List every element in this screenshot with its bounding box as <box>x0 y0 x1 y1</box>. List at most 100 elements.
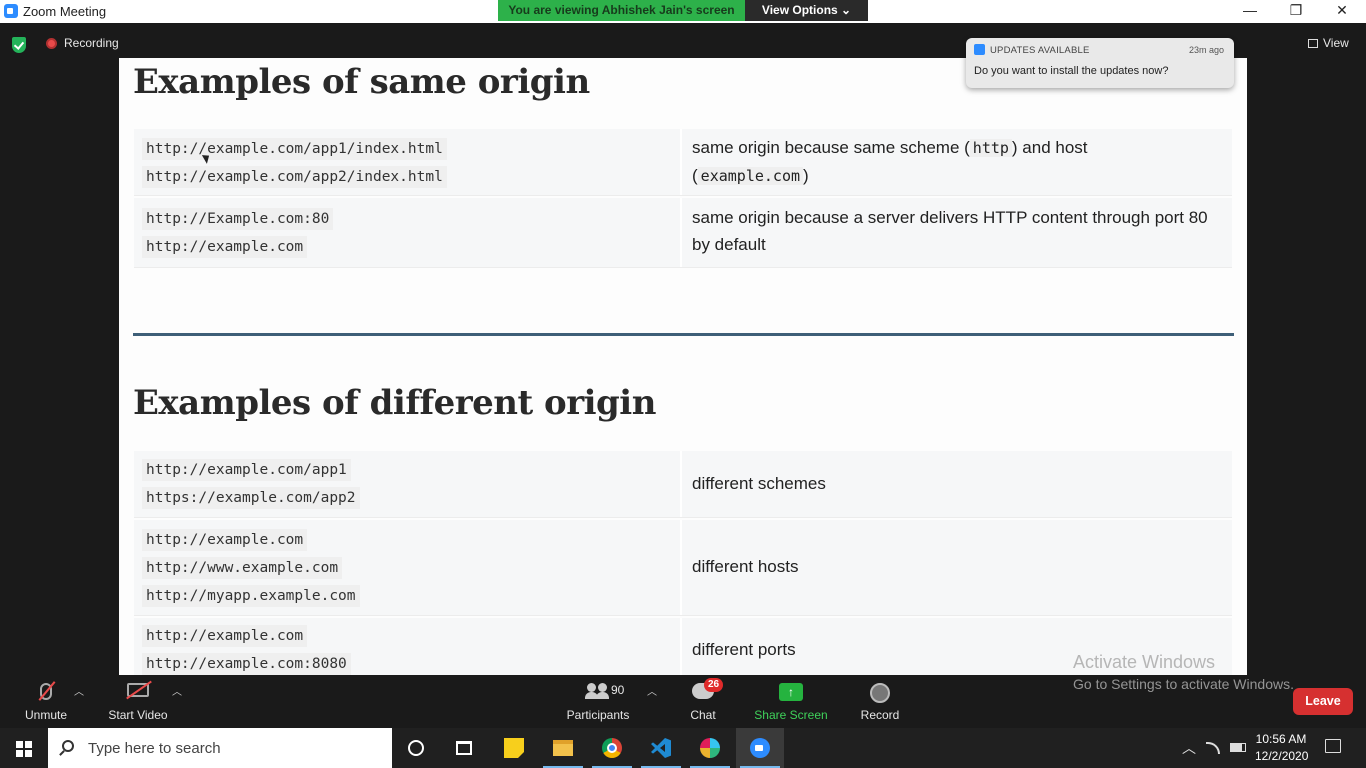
search-placeholder: Type here to search <box>88 740 221 757</box>
network-icon[interactable] <box>1206 742 1220 754</box>
description-text: different hosts <box>692 557 799 576</box>
video-off-icon <box>126 680 152 700</box>
record-button[interactable]: Record <box>855 675 905 728</box>
participants-button[interactable]: 90 Participants <box>563 675 633 728</box>
window-title: Zoom Meeting <box>23 4 107 19</box>
url-text: http://www.example.com <box>142 557 343 579</box>
url-cell: http://example.com http://www.example.co… <box>134 520 682 615</box>
windows-logo-icon <box>16 741 32 757</box>
table-row: http://example.com http://www.example.co… <box>134 520 1232 616</box>
video-options-chevron-icon[interactable]: ︿ <box>172 683 182 698</box>
url-text: http://example.com/app1 <box>142 459 351 481</box>
participants-options-chevron-icon[interactable]: ︿ <box>647 683 657 698</box>
description-cell: different hosts <box>684 520 1232 615</box>
view-options-button[interactable]: View Options ⌄ <box>745 0 868 21</box>
share-screen-label: Share Screen <box>754 708 828 722</box>
shared-screen-slide: Examples of same origin http://example.c… <box>119 58 1247 675</box>
description-cell: same origin because a server delivers HT… <box>684 198 1232 267</box>
zoom-app-icon <box>4 4 18 18</box>
description-text: same origin because same scheme (http) a… <box>692 138 1088 185</box>
url-text: http://example.com <box>142 529 308 551</box>
url-cell: http://example.com http://example.com:80… <box>134 618 682 675</box>
description-text: same origin because a server delivers HT… <box>692 208 1208 254</box>
url-cell: http://Example.com:80 http://example.com <box>134 198 682 267</box>
url-text: http://Example.com:80 <box>142 208 334 230</box>
leave-button[interactable]: Leave <box>1293 688 1353 715</box>
description-cell: same origin because same scheme (http) a… <box>684 129 1232 195</box>
slack-icon <box>700 738 720 758</box>
security-shield-icon[interactable] <box>12 37 26 53</box>
same-origin-heading: Examples of same origin <box>133 62 590 102</box>
chat-label: Chat <box>690 708 716 722</box>
url-text: http://example.com/app1/index.html <box>142 138 447 160</box>
taskbar-clock[interactable]: 10:56 AM 12/2/2020 <box>1255 731 1309 765</box>
cortana-button[interactable] <box>392 728 440 768</box>
record-label: Record <box>860 708 900 722</box>
clock-time: 10:56 AM <box>1255 732 1307 746</box>
taskbar-zoom[interactable] <box>736 728 784 768</box>
close-button[interactable]: ✕ <box>1319 0 1365 23</box>
different-origin-heading: Examples of different origin <box>133 383 656 423</box>
audio-options-chevron-icon[interactable]: ︿ <box>74 683 84 698</box>
start-video-label: Start Video <box>108 708 168 722</box>
file-explorer-icon <box>553 740 573 756</box>
update-notification[interactable]: UPDATES AVAILABLE 23m ago Do you want to… <box>966 38 1234 88</box>
view-button[interactable]: View <box>1308 36 1349 50</box>
view-label: View <box>1323 36 1349 50</box>
unmute-button[interactable]: Unmute <box>14 675 78 728</box>
notification-time: 23m ago <box>1188 45 1224 55</box>
notification-title: UPDATES AVAILABLE <box>990 45 1090 56</box>
recording-icon <box>46 38 57 49</box>
recording-label: Recording <box>64 36 119 50</box>
taskbar-vscode[interactable] <box>637 728 685 768</box>
viewing-screen-banner: You are viewing Abhishek Jain's screen <box>498 0 745 21</box>
url-text: http://example.com <box>142 625 308 647</box>
record-icon <box>870 683 890 703</box>
participants-label: Participants <box>566 708 630 722</box>
clock-date: 12/2/2020 <box>1255 749 1309 763</box>
show-hidden-icons-chevron-icon[interactable]: ︿ <box>1182 738 1196 758</box>
taskbar-slack[interactable] <box>686 728 734 768</box>
app-store-icon <box>974 44 985 55</box>
restore-button[interactable]: ❐ <box>1273 0 1319 23</box>
share-screen-icon: ↑ <box>779 683 803 701</box>
url-text: http://example.com/app2/index.html <box>142 166 447 188</box>
microphone-muted-icon <box>38 681 56 701</box>
participants-count: 90 <box>611 683 625 697</box>
task-view-icon <box>456 741 472 755</box>
action-center-icon[interactable] <box>1325 739 1341 753</box>
url-text: http://myapp.example.com <box>142 585 360 607</box>
table-row: http://Example.com:80 http://example.com… <box>134 198 1232 268</box>
url-cell: http://example.com/app1/index.html http:… <box>134 129 682 195</box>
chat-unread-badge: 26 <box>704 678 724 692</box>
taskbar-sticky-notes[interactable] <box>490 728 538 768</box>
url-cell: http://example.com/app1 https://example.… <box>134 451 682 517</box>
url-text: http://example.com:8080 <box>142 653 351 675</box>
share-screen-button[interactable]: ↑ Share Screen <box>752 675 830 728</box>
start-button[interactable] <box>0 728 48 768</box>
minimize-button[interactable]: — <box>1227 0 1273 23</box>
table-row: http://example.com/app1 https://example.… <box>134 451 1232 518</box>
section-divider <box>133 333 1234 336</box>
windows-taskbar: Type here to search ︿ 10:56 AM 12/2/2020 <box>0 728 1366 768</box>
unmute-label: Unmute <box>24 708 68 722</box>
activate-windows-subtitle: Go to Settings to activate Windows. <box>1073 676 1294 692</box>
table-row: http://example.com/app1/index.html http:… <box>134 129 1232 196</box>
taskbar-chrome[interactable] <box>588 728 636 768</box>
taskbar-search-box[interactable]: Type here to search <box>48 728 392 768</box>
grid-view-icon <box>1308 39 1318 48</box>
window-titlebar: Zoom Meeting You are viewing Abhishek Ja… <box>0 0 1366 23</box>
task-view-button[interactable] <box>440 728 488 768</box>
url-text: https://example.com/app2 <box>142 487 360 509</box>
search-icon <box>62 740 74 752</box>
notification-message: Do you want to install the updates now? <box>974 65 1169 77</box>
table-row: http://example.com http://example.com:80… <box>134 618 1232 675</box>
battery-icon[interactable] <box>1230 743 1246 752</box>
activate-windows-title: Activate Windows <box>1073 652 1216 672</box>
taskbar-file-explorer[interactable] <box>539 728 587 768</box>
cortana-icon <box>408 740 424 756</box>
vscode-icon <box>651 738 671 758</box>
start-video-button[interactable]: Start Video <box>104 675 172 728</box>
description-cell: different schemes <box>684 451 1232 517</box>
participants-icon <box>585 683 611 699</box>
